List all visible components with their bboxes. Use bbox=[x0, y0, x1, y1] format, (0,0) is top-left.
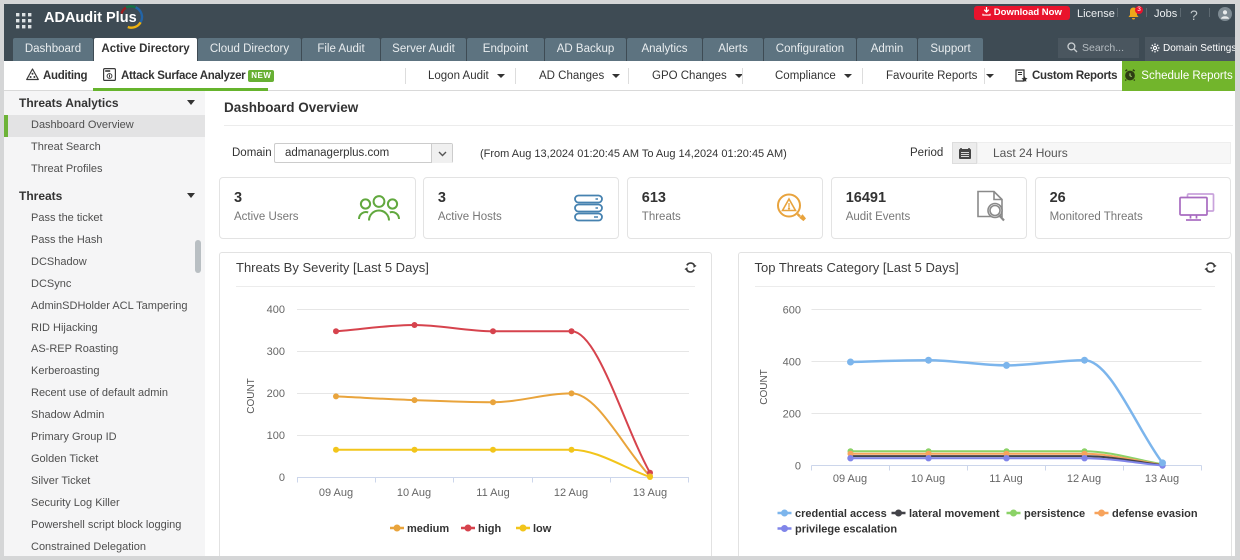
svg-text:400: 400 bbox=[267, 304, 285, 316]
svg-text:12 Aug: 12 Aug bbox=[554, 487, 588, 499]
svg-text:0: 0 bbox=[279, 472, 285, 484]
svg-text:medium: medium bbox=[407, 523, 449, 535]
svg-text:10 Aug: 10 Aug bbox=[397, 487, 431, 499]
svg-text:credential access: credential access bbox=[795, 508, 887, 520]
svg-text:09 Aug: 09 Aug bbox=[832, 473, 866, 485]
svg-text:lateral movement: lateral movement bbox=[909, 508, 1000, 520]
svg-text:low: low bbox=[533, 523, 552, 535]
svg-text:600: 600 bbox=[782, 305, 800, 317]
svg-text:COUNT: COUNT bbox=[246, 378, 257, 414]
svg-text:0: 0 bbox=[794, 461, 800, 473]
svg-text:11 Aug: 11 Aug bbox=[989, 473, 1022, 485]
svg-text:10 Aug: 10 Aug bbox=[910, 473, 944, 485]
svg-text:defense evasion: defense evasion bbox=[1112, 508, 1198, 520]
svg-text:13 Aug: 13 Aug bbox=[633, 487, 667, 499]
svg-text:400: 400 bbox=[782, 357, 800, 369]
svg-text:persistence: persistence bbox=[1024, 508, 1085, 520]
svg-text:high: high bbox=[478, 523, 501, 535]
svg-text:12 Aug: 12 Aug bbox=[1066, 473, 1100, 485]
svg-text:11 Aug: 11 Aug bbox=[476, 487, 509, 499]
svg-text:300: 300 bbox=[267, 346, 285, 358]
svg-text:13 Aug: 13 Aug bbox=[1144, 473, 1178, 485]
svg-text:09 Aug: 09 Aug bbox=[319, 487, 353, 499]
svg-text:privilege escalation: privilege escalation bbox=[795, 524, 897, 536]
svg-text:200: 200 bbox=[267, 388, 285, 400]
svg-text:100: 100 bbox=[267, 430, 285, 442]
svg-text:COUNT: COUNT bbox=[759, 369, 770, 405]
svg-text:200: 200 bbox=[782, 409, 800, 421]
